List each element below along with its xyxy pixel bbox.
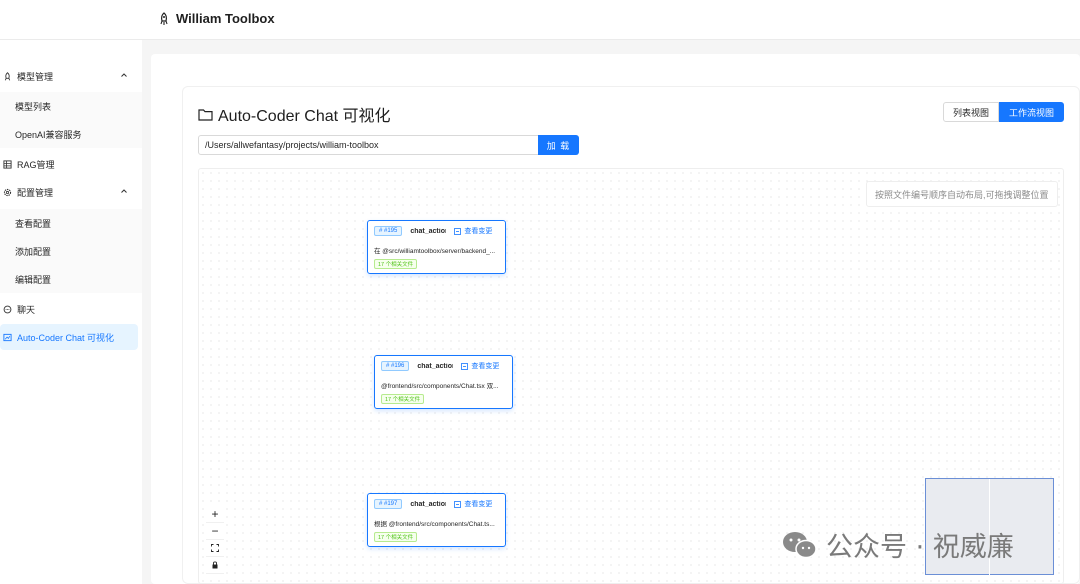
page-title: Auto-Coder Chat 可视化: [198, 102, 391, 126]
lock-icon: [212, 561, 218, 569]
watermark: 公众号 · 祝威廉: [780, 525, 1014, 564]
sidebar: 模型管理 模型列表 OpenAI兼容服务 RAG管理 配置管理 查看配置 添加配…: [0, 40, 142, 584]
sidebar-item-label: 模型列表: [15, 101, 52, 112]
sidebar-item-label: 编辑配置: [15, 274, 52, 285]
zoom-out-button[interactable]: −: [206, 523, 224, 540]
node-query: @frontend/src/components/Chat.tsx 双...: [381, 383, 499, 390]
node-files-tag: 17 个相关文件: [374, 532, 418, 542]
sidebar-item-model-list[interactable]: 模型列表: [0, 92, 142, 120]
view-toggle: 列表视图 工作流视图: [943, 102, 1065, 122]
view-changes-link[interactable]: 查看变更: [454, 226, 492, 236]
workflow-node[interactable]: # #197 chat_action 查看变更 根据 @frontend/src…: [367, 493, 506, 547]
node-action: chat_action: [410, 227, 447, 235]
wechat-icon: [783, 531, 817, 558]
chat-icon: [2, 304, 12, 314]
sidebar-item-chat[interactable]: 聊天: [0, 295, 142, 323]
sidebar-item-label: 配置管理: [17, 187, 54, 198]
page-title-text: Auto-Coder Chat 可视化: [218, 108, 391, 125]
sidebar-item-label: Auto-Coder Chat 可视化: [17, 332, 115, 343]
node-query: 根据 @frontend/src/components/Chat.ts...: [374, 521, 495, 528]
list-view-button[interactable]: 列表视图: [943, 102, 1000, 122]
zoom-in-button[interactable]: +: [206, 506, 224, 523]
sidebar-item-openai-service[interactable]: OpenAI兼容服务: [0, 120, 142, 148]
view-changes-link[interactable]: 查看变更: [454, 499, 492, 509]
node-files-tag: 17 个相关文件: [374, 259, 418, 269]
chart-icon: [2, 332, 12, 342]
sidebar-item-view-config[interactable]: 查看配置: [0, 209, 142, 237]
sidebar-item-model-management[interactable]: 模型管理: [0, 62, 142, 90]
top-header: William Toolbox: [0, 0, 1080, 40]
node-action: chat_action: [410, 500, 447, 508]
diff-icon: [461, 362, 469, 370]
chevron-up-icon[interactable]: [120, 71, 128, 79]
chevron-up-icon[interactable]: [120, 187, 128, 195]
watermark-text: 公众号 · 祝威廉: [826, 532, 1014, 563]
diff-icon: [454, 227, 462, 235]
app-brand[interactable]: William Toolbox: [158, 11, 275, 26]
fit-view-button[interactable]: [206, 540, 224, 557]
database-icon: [2, 159, 12, 169]
sidebar-item-label: 聊天: [17, 304, 36, 315]
sidebar-item-label: 模型管理: [17, 71, 54, 82]
view-changes-label: 查看变更: [464, 228, 493, 235]
node-id-tag: # #197: [374, 499, 403, 509]
sidebar-item-edit-config[interactable]: 编辑配置: [0, 265, 142, 293]
rocket-icon: [2, 71, 12, 81]
workflow-node[interactable]: # #196 chat_action 查看变更 @frontend/src/co…: [374, 355, 513, 409]
gear-icon: [2, 187, 12, 197]
view-changes-link[interactable]: 查看变更: [461, 361, 499, 371]
node-query: 在 @src/williamtoolbox/server/backend_...: [374, 248, 496, 255]
folder-icon: [198, 108, 213, 121]
node-id-tag: # #195: [374, 226, 403, 236]
sidebar-item-rag-management[interactable]: RAG管理: [0, 150, 142, 178]
rocket-icon: [160, 11, 168, 25]
sidebar-item-auto-coder-visualization[interactable]: Auto-Coder Chat 可视化: [0, 324, 138, 350]
lock-button[interactable]: [206, 557, 224, 574]
app-title: William Toolbox: [176, 11, 275, 26]
node-action: chat_action: [417, 362, 454, 370]
view-changes-label: 查看变更: [464, 501, 493, 508]
project-path-input[interactable]: [198, 135, 539, 155]
fit-view-icon: [211, 544, 219, 552]
sidebar-item-add-config[interactable]: 添加配置: [0, 237, 142, 265]
sidebar-item-label: 添加配置: [15, 246, 52, 257]
node-files-tag: 17 个相关文件: [381, 394, 425, 404]
workflow-node[interactable]: # #195 chat_action 查看变更 在 @src/williamto…: [367, 220, 506, 274]
sidebar-item-label: OpenAI兼容服务: [15, 129, 82, 140]
canvas-controls: + −: [206, 506, 224, 574]
load-button[interactable]: 加 载: [538, 135, 579, 155]
sidebar-item-label: RAG管理: [17, 159, 55, 170]
sidebar-item-config-management[interactable]: 配置管理: [0, 178, 142, 206]
layout-hint: 按照文件编号顺序自动布局,可拖拽调整位置: [866, 181, 1058, 207]
diff-icon: [454, 500, 462, 508]
sidebar-item-label: 查看配置: [15, 218, 52, 229]
view-changes-label: 查看变更: [471, 363, 500, 370]
node-id-tag: # #196: [381, 361, 410, 371]
workflow-view-button[interactable]: 工作流视图: [999, 102, 1065, 122]
